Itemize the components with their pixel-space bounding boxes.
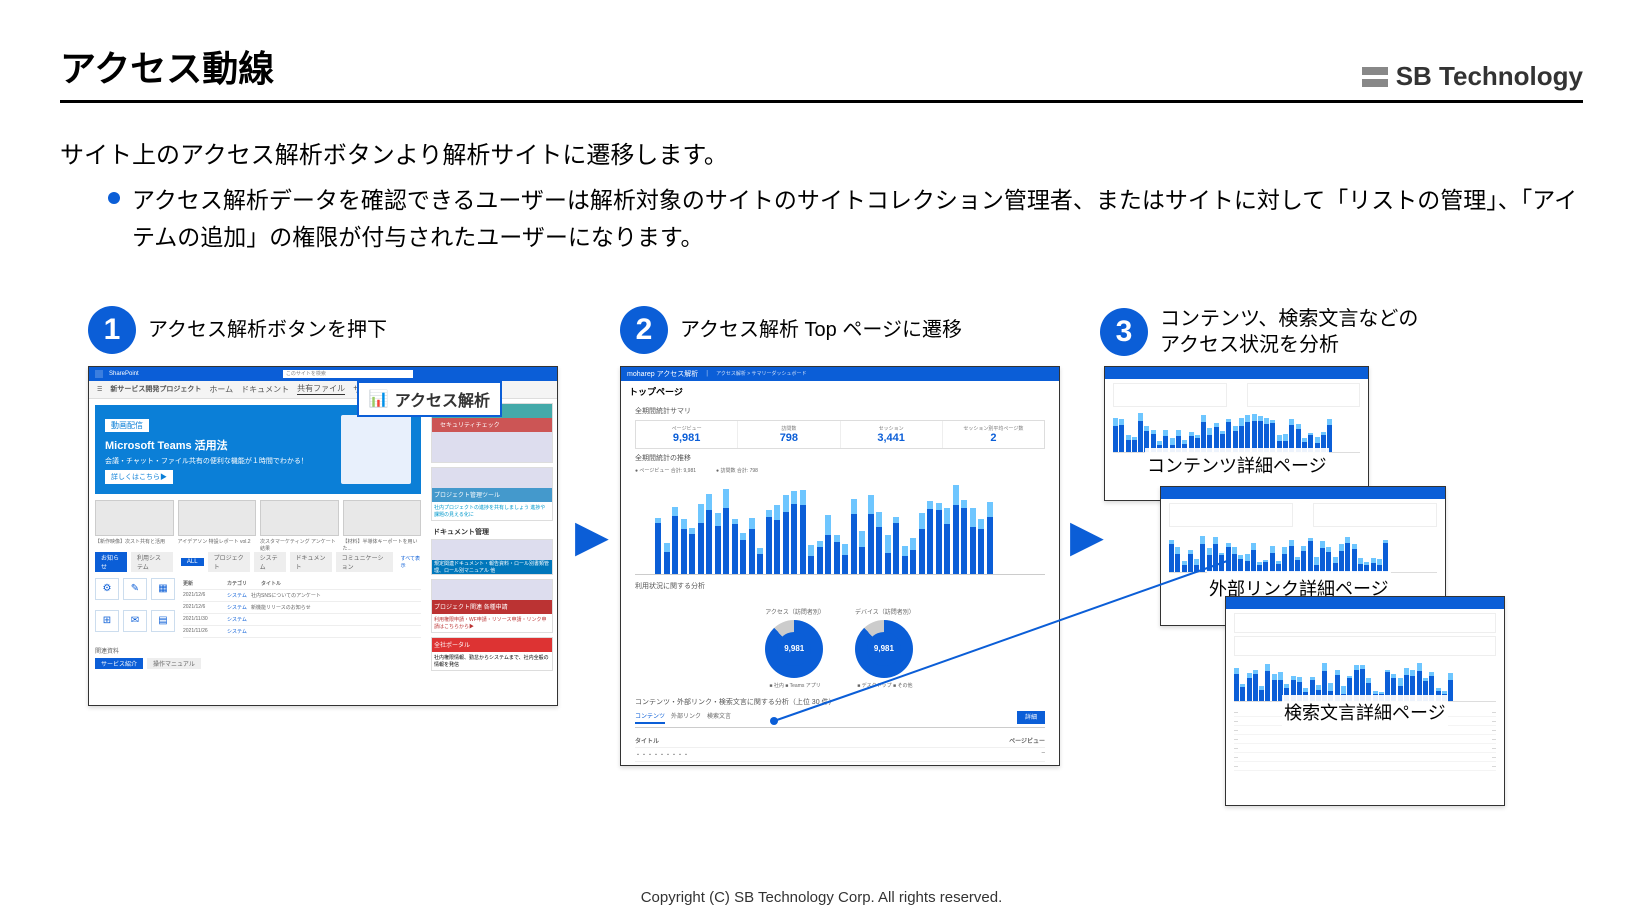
side-title: 全社ポータル (434, 640, 470, 649)
th: 更新 (183, 580, 223, 587)
donut-label: アクセス（訪問者別） (765, 607, 825, 616)
donut-value: 9,981 (777, 632, 811, 666)
legend: 訪問数 合計: 798 (720, 468, 758, 474)
step1-badge: 1 (88, 306, 136, 354)
related-btn[interactable]: 操作マニュアル (147, 658, 201, 669)
donut-value: 9,981 (867, 632, 901, 666)
screenshot-sharepoint: SharePointこのサイトを検索 📊 アクセス解析 ☰ 新サービス開発プロジ… (88, 366, 558, 706)
tool-icon[interactable]: ⚙ (95, 578, 119, 600)
tool-icon[interactable]: ⊞ (95, 610, 119, 632)
pill[interactable]: システム (254, 552, 286, 572)
step1-label: アクセス解析ボタンを押下 (148, 317, 387, 343)
brand-mark (1362, 67, 1388, 87)
thumb-cap: 【材料】半導体キーポートを用いた... (343, 538, 422, 546)
chart-icon: 📊 (369, 389, 389, 409)
arrow-icon: ▶ (575, 511, 609, 562)
thumb-cap: 次スタマーケティング アンケート結果 (260, 538, 339, 546)
hero-image (341, 415, 411, 484)
copyright: Copyright (C) SB Technology Corp. All ri… (0, 889, 1643, 906)
tab-search[interactable]: 検索文言 (707, 711, 731, 724)
hero-cta[interactable]: 詳しくはこちら▶ (105, 470, 173, 484)
tool-icon[interactable]: ▤ (151, 610, 175, 632)
pill[interactable]: ALL (181, 558, 204, 566)
an-title: トップページ (621, 381, 1059, 402)
side-heading: ドキュメント管理 (431, 525, 553, 539)
breadcrumb: アクセス解析 > サマリーダッシュボード (716, 370, 806, 377)
pill[interactable]: お知らせ (95, 552, 127, 572)
hero-heading: Microsoft Teams 活用法 (105, 437, 331, 453)
section-heading: コンテンツ・外部リンク・検索文言に関する分析（上位 30 件） (635, 697, 1045, 707)
bullet-text: アクセス解析データを確認できるユーザーは解析対象のサイトのサイトコレクション管理… (132, 182, 1583, 256)
screenshot-searchword-detail: ———— ———— ———— —— 検索文言詳細ページ (1225, 596, 1505, 806)
thumb-cap: 【新作映像】次スト共有と活用 (95, 538, 174, 546)
more-link[interactable]: すべて表示 (401, 555, 421, 569)
tab-contents[interactable]: コンテンツ (635, 711, 665, 724)
step3-badge: 3 (1100, 308, 1148, 356)
tool-icon[interactable]: ✉ (123, 610, 147, 632)
hero-sub: 会議・チャット・ファイル共有の便利な機能が１時間でわかる！ (105, 456, 331, 466)
side-desc: 利用権限申請・WF申請・リソース申請・リンク申請はこちらから▶ (432, 614, 552, 632)
donut-legend: ■ デスクトップ ■ その他 (855, 682, 915, 689)
side-desc: 社内権限情報、勤怠からシステムまで、社内全般の情報を発信 (432, 652, 552, 670)
donut-chart: 9,981 (855, 620, 913, 678)
tab-extlinks[interactable]: 外部リンク (671, 711, 701, 724)
brand-logo: SB Technology (1362, 61, 1583, 92)
th: タイトル (635, 736, 659, 745)
sp-product: SharePoint (109, 371, 139, 377)
nav-docs[interactable]: ドキュメント (241, 384, 289, 395)
side-title: プロジェクト関連 各種申請 (434, 602, 508, 611)
bar-chart (635, 480, 1045, 575)
legend: ページビュー 合計: 9,981 (639, 468, 696, 474)
overlay-content-detail: コンテンツ詳細ページ (1145, 448, 1329, 482)
side-link[interactable]: セキュリティチェック (440, 420, 500, 429)
related-heading: 関連資料 (95, 646, 421, 655)
donut-chart: 9,981 (765, 620, 823, 678)
description: サイト上のアクセス解析ボタンより解析サイトに遷移します。 (60, 135, 1583, 170)
screenshot-analytics-top: moharep アクセス解析|アクセス解析 > サマリーダッシュボード トップペ… (620, 366, 1060, 766)
slide-title: アクセス動線 (60, 40, 274, 92)
pill[interactable]: ドキュメント (290, 552, 332, 572)
step3-label: コンテンツ、検索文言などの アクセス状況を分析 (1160, 306, 1418, 358)
sp-search[interactable]: このサイトを検索 (283, 370, 413, 378)
related-btn[interactable]: サービス紹介 (95, 658, 143, 669)
section-heading: 利用状況に関する分析 (635, 581, 1045, 591)
pill[interactable]: プロジェクト (208, 552, 250, 572)
overlay-searchword-detail: 検索文言詳細ページ (1282, 695, 1448, 729)
hero-tag: 動画配信 (105, 419, 149, 432)
th: カテゴリ (227, 580, 257, 587)
bullet-icon (108, 192, 120, 204)
section-heading: 全期間統計サマリ (635, 406, 1045, 416)
arrow-icon: ▶ (1070, 511, 1104, 562)
side-desc: 社内プロジェクトの進捗を共有しましょう 進捗や課題の見える化に (432, 502, 552, 520)
step2-label: アクセス解析 Top ページに遷移 (680, 317, 962, 343)
site-title: 新サービス開発プロジェクト (110, 384, 201, 394)
detail-button[interactable]: 詳細 (1017, 711, 1045, 724)
screenshot-content-detail: コンテンツ詳細ページ (1104, 366, 1369, 501)
donut-label: デバイス（訪問者別） (855, 607, 915, 616)
tool-icon[interactable]: ▦ (151, 578, 175, 600)
th: ページビュー (1009, 736, 1045, 745)
th: タイトル (261, 580, 281, 587)
nav-home[interactable]: ホーム (209, 384, 233, 395)
side-title: プロジェクト管理ツール (434, 490, 500, 499)
nav-share[interactable]: 共有ファイル (297, 383, 345, 395)
side-text: 規定関連ドキュメント・報告資料・ロール別書類管理、ロール別マニュアル 他 (434, 560, 550, 574)
brand-name: SB Technology (1396, 61, 1583, 92)
donut-legend: ■ 社内 ■ Teams アプリ (765, 682, 825, 689)
callout-label: アクセス解析 (395, 387, 490, 411)
access-analytics-button[interactable]: 📊 アクセス解析 (357, 381, 502, 417)
pill[interactable]: コミュニケーション (336, 552, 393, 572)
step2-badge: 2 (620, 306, 668, 354)
tool-icon[interactable]: ✎ (123, 578, 147, 600)
thumb-cap: アイデアソン 特設レポート vol.2 (178, 538, 257, 546)
section-heading: 全期間統計の推移 (635, 453, 1045, 463)
pill[interactable]: 利用システム (131, 552, 173, 572)
an-brand: moharep アクセス解析 (627, 369, 698, 379)
